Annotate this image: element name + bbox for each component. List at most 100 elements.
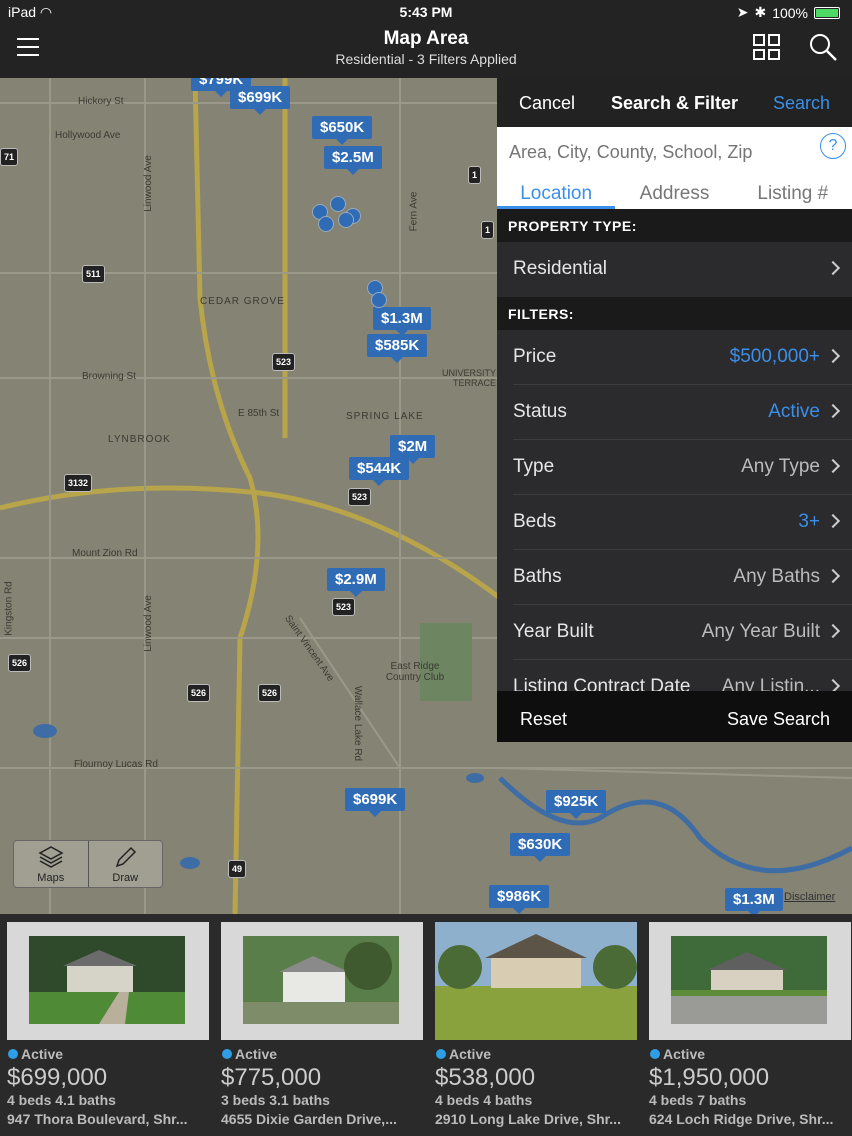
route-shield: 523 <box>332 598 356 616</box>
filter-label: Type <box>513 456 555 477</box>
map-label: Browning St <box>82 371 136 382</box>
house-photo <box>435 922 637 1040</box>
map-pin[interactable]: $2M <box>390 435 436 464</box>
route-shield: 71 <box>0 148 19 166</box>
panel-header: Cancel Search & Filter Search <box>497 78 852 127</box>
map-pin[interactable]: $2.5M <box>324 146 382 175</box>
filters-header: FILTERS: <box>497 297 852 330</box>
map-pin[interactable]: $650K <box>312 116 373 145</box>
search-button[interactable]: Search <box>773 93 830 114</box>
property-type-value: Residential <box>513 258 607 279</box>
listing-address: 624 Loch Ridge Drive, Shr... <box>649 1111 834 1127</box>
bluetooth-icon: ✱ <box>754 4 767 20</box>
map-dot[interactable] <box>318 216 334 232</box>
disclaimer-link[interactable]: Disclaimer <box>784 891 835 903</box>
filter-row-beds[interactable]: Beds 3+ <box>513 495 852 550</box>
route-shield: 523 <box>272 353 296 371</box>
navigation-bar: iPad ◠ 5:43 PM ➤ ✱ 100% Map Area Residen… <box>0 0 852 78</box>
reset-button[interactable]: Reset <box>520 709 567 730</box>
map-pin[interactable]: $1.3M <box>725 888 783 914</box>
route-shield: 526 <box>8 654 32 672</box>
filter-label: Price <box>513 346 557 367</box>
save-search-button[interactable]: Save Search <box>727 709 830 730</box>
map-label: Hollywood Ave <box>55 130 121 141</box>
map-tools: Maps Draw <box>13 840 163 888</box>
clock: 5:43 PM <box>399 4 453 20</box>
filter-value: Any Type <box>741 456 820 477</box>
map-dot[interactable] <box>371 292 387 308</box>
map-label: Mount Zion Rd <box>72 548 138 559</box>
map-label: Wallace Lake Rd <box>352 685 364 762</box>
search-input[interactable] <box>507 137 807 167</box>
listing-card[interactable]: Active $699,000 4 beds 4.1 baths 947 Tho… <box>7 922 209 1127</box>
listing-photo[interactable] <box>435 922 637 1040</box>
map-label: E 85th St <box>238 408 280 419</box>
filter-label: Year Built <box>513 621 594 642</box>
tab-address[interactable]: Address <box>615 175 733 209</box>
map-pin[interactable]: $2.9M <box>327 568 385 597</box>
listing-price: $775,000 <box>221 1064 322 1091</box>
route-shield: 523 <box>348 488 372 506</box>
map-pin[interactable]: $699K <box>230 86 291 115</box>
map-label: East Ridge Country Club <box>385 661 445 683</box>
battery-percent: 100% <box>772 4 808 21</box>
filter-row-status[interactable]: Status Active <box>513 385 852 440</box>
listing-address: 2910 Long Lake Drive, Shr... <box>435 1111 621 1127</box>
map-pin[interactable]: $630K <box>510 833 571 862</box>
property-type-row[interactable]: Residential <box>513 242 852 297</box>
draw-button[interactable]: Draw <box>87 841 163 887</box>
map-label: Linwood Ave <box>142 155 154 212</box>
filter-value: Any Baths <box>733 566 820 587</box>
map-pin[interactable]: $699K <box>345 788 406 817</box>
filter-row-baths[interactable]: Baths Any Baths <box>513 550 852 605</box>
listing-photo[interactable] <box>649 922 851 1040</box>
map-label: Hickory St <box>78 96 124 107</box>
filter-row-price[interactable]: Price $500,000+ <box>513 330 852 385</box>
map-pin[interactable]: $585K <box>367 334 428 363</box>
map-label: CEDAR GROVE <box>200 296 285 307</box>
listing-address: 4655 Dixie Garden Drive,... <box>221 1111 397 1127</box>
listing-card[interactable]: Active $538,000 4 beds 4 baths 2910 Long… <box>435 922 637 1127</box>
draw-label: Draw <box>112 872 139 884</box>
battery-icon <box>814 6 840 19</box>
map-label: LYNBROOK <box>108 434 171 445</box>
listing-photo[interactable] <box>7 922 209 1040</box>
listing-card[interactable]: Active $1,950,000 4 beds 7 baths 624 Loc… <box>649 922 851 1127</box>
tab-listing-number[interactable]: Listing # <box>734 175 852 209</box>
maps-label: Maps <box>37 872 65 884</box>
map-label: Fern Ave <box>408 191 420 232</box>
map-pin[interactable]: $986K <box>489 885 550 914</box>
filter-row-type[interactable]: Type Any Type <box>513 440 852 495</box>
chevron-right-icon <box>825 568 841 584</box>
listing-price: $699,000 <box>7 1064 108 1091</box>
listing-status: Active <box>436 1046 637 1062</box>
map-label: Kingston Rd <box>3 581 15 636</box>
grid-view-icon[interactable] <box>753 34 780 60</box>
route-shield: 3132 <box>64 474 93 492</box>
tab-location[interactable]: Location <box>497 175 616 209</box>
active-dot-icon <box>650 1049 660 1059</box>
listing-photo[interactable] <box>221 922 423 1040</box>
chevron-right-icon <box>825 623 841 639</box>
listing-address: 947 Thora Boulevard, Shr... <box>7 1111 188 1127</box>
chevron-right-icon <box>825 348 841 364</box>
map-pin[interactable]: $544K <box>349 457 410 486</box>
search-filter-panel: Cancel Search & Filter Search ? Location… <box>497 78 852 742</box>
listing-beds-baths: 3 beds 3.1 baths <box>221 1092 330 1108</box>
filter-row-year-built[interactable]: Year Built Any Year Built <box>513 605 852 660</box>
active-dot-icon <box>436 1049 446 1059</box>
search-tabs: Location Address Listing # <box>497 175 852 209</box>
filter-value: Any Year Built <box>701 621 820 642</box>
listing-card[interactable]: Active $775,000 3 beds 3.1 baths 4655 Di… <box>221 922 423 1127</box>
map-pin[interactable]: $1.3M <box>373 307 431 336</box>
map-dot[interactable] <box>330 196 346 212</box>
map-pin[interactable]: $925K <box>546 790 607 819</box>
listing-status: Active <box>8 1046 209 1062</box>
map-dot[interactable] <box>338 212 354 228</box>
route-shield: 526 <box>258 684 282 702</box>
maps-button[interactable]: Maps <box>14 841 88 887</box>
filter-label: Beds <box>513 511 557 532</box>
help-icon[interactable]: ? <box>820 133 846 159</box>
page-subtitle: Residential - 3 Filters Applied <box>335 51 517 67</box>
search-icon[interactable] <box>808 32 838 62</box>
